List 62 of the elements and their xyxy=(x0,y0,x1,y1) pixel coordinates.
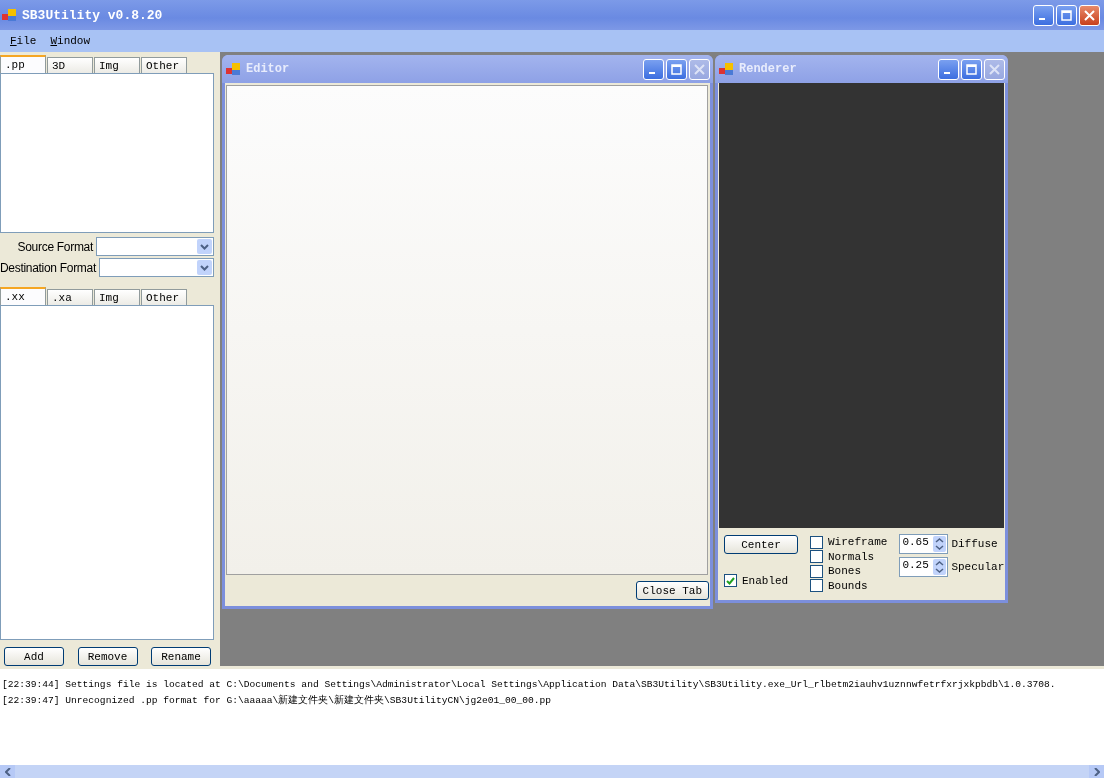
scrollbar[interactable] xyxy=(0,765,1104,778)
file-list[interactable] xyxy=(0,73,214,234)
scroll-right-icon[interactable] xyxy=(1089,765,1104,778)
maximize-icon xyxy=(1061,9,1072,21)
minimize-icon xyxy=(944,72,950,74)
tab[interactable]: Other xyxy=(141,57,187,73)
field-label: Source Format xyxy=(16,239,93,254)
maximize-button[interactable] xyxy=(666,58,687,80)
format-dropdown[interactable] xyxy=(96,237,214,257)
maximize-icon xyxy=(671,63,682,75)
checkbox-label: Bounds xyxy=(828,579,868,592)
spinner-label: Specular xyxy=(951,560,1005,573)
number-spinner[interactable]: 0.25 xyxy=(899,556,949,577)
close-icon xyxy=(694,63,705,75)
tab[interactable]: Img xyxy=(94,57,140,73)
close-tab-button[interactable]: Close Tab xyxy=(635,581,709,600)
minimize-button[interactable] xyxy=(643,58,664,80)
checkbox[interactable] xyxy=(810,535,823,549)
checkbox-label: Wireframe xyxy=(828,536,888,549)
close-button[interactable] xyxy=(689,58,710,80)
window-title: SB3Utility v0.8.20 xyxy=(22,7,163,23)
menu-item[interactable]: File xyxy=(10,35,37,47)
tab[interactable]: .pp xyxy=(0,55,46,73)
minimize-icon xyxy=(1039,18,1045,20)
close-button[interactable] xyxy=(1079,4,1100,26)
checkbox[interactable] xyxy=(810,564,823,578)
app-icon xyxy=(719,62,733,76)
number-spinner[interactable]: 0.65 xyxy=(899,533,949,554)
checkbox[interactable] xyxy=(810,550,823,564)
action-button[interactable]: Remove xyxy=(77,647,138,666)
tab[interactable]: Img xyxy=(94,289,140,306)
action-button[interactable]: Rename xyxy=(151,647,211,666)
checkbox-label: Enabled xyxy=(742,574,789,587)
app-icon xyxy=(226,62,240,76)
format-dropdown[interactable] xyxy=(99,258,214,278)
tab[interactable]: .xx xyxy=(0,287,46,306)
window-title: Renderer xyxy=(739,62,797,76)
tab[interactable]: Other xyxy=(141,289,187,306)
checkbox-label: Normals xyxy=(828,550,875,563)
app-icon xyxy=(2,8,16,22)
window-title: Editor xyxy=(246,62,290,76)
close-icon xyxy=(989,63,1000,75)
checkbox[interactable] xyxy=(810,579,823,593)
log-line: [22:39:47] Unrecognized .pp format for G:\aaaaa\新建文件夹\新建文件夹\SB3UtilityCN\jg2e01_00_00.pp xyxy=(2,693,552,708)
minimize-button[interactable] xyxy=(1033,4,1054,26)
field-label: Destination Format xyxy=(0,260,96,275)
action-button[interactable]: Add xyxy=(4,647,64,666)
checkbox-label: Bones xyxy=(828,565,861,578)
center-button[interactable]: Center xyxy=(724,535,798,554)
menu-item[interactable]: Window xyxy=(50,35,91,47)
tab[interactable]: 3D xyxy=(47,57,93,73)
tab[interactable]: .xa xyxy=(47,289,93,306)
scroll-left-icon[interactable] xyxy=(0,765,15,778)
maximize-icon xyxy=(966,63,977,75)
log-line: [22:39:44] Settings file is located at C:\Documents and Settings\Administrator\Local Settings\Application Data\SB3Utility\SB3Utility.exe_Url_rlbetm2iauhv1uznnwfetrfxrjxkpbdb\1.0.3708. xyxy=(2,678,1056,692)
maximize-button[interactable] xyxy=(1056,4,1077,26)
close-icon xyxy=(1084,9,1095,21)
minimize-button[interactable] xyxy=(938,58,959,80)
minimize-icon xyxy=(649,72,655,74)
maximize-button[interactable] xyxy=(961,58,982,80)
checkbox[interactable] xyxy=(724,574,737,587)
spinner-label: Diffuse xyxy=(951,537,998,550)
